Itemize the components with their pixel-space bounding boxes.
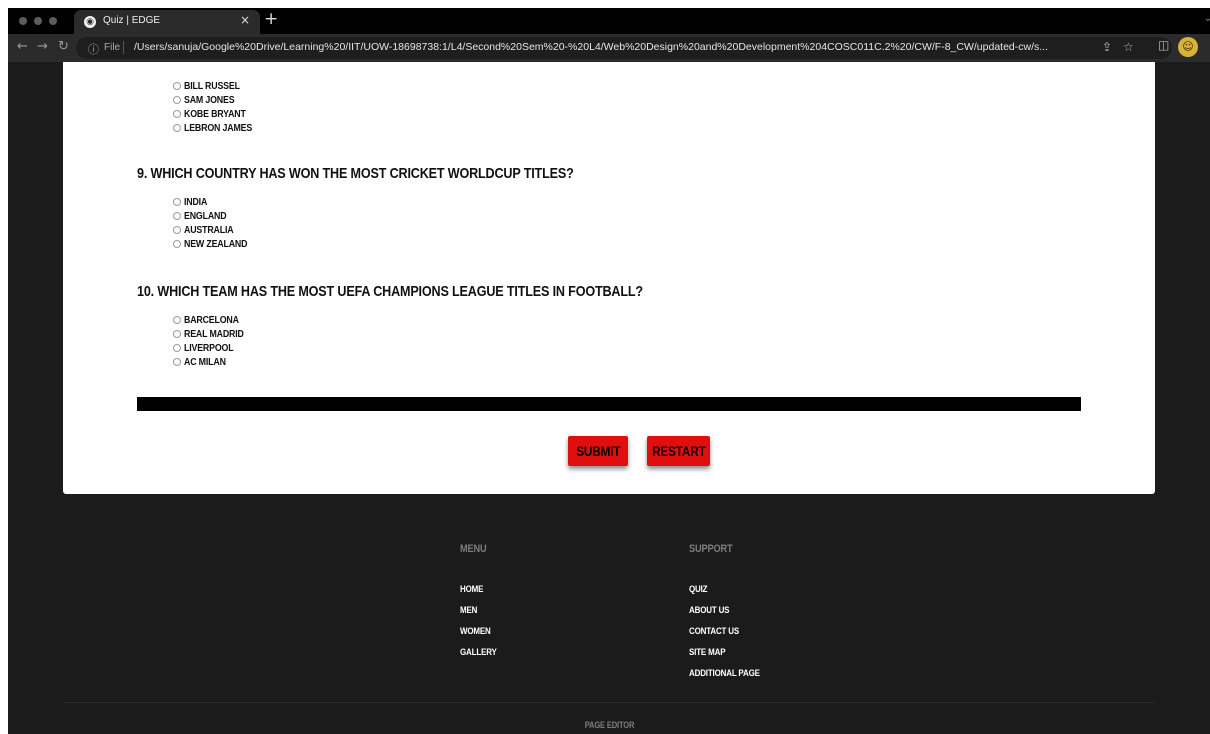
radio-button[interactable] bbox=[173, 96, 181, 104]
url-text[interactable]: /Users/sanuja/Google%20Drive/Learning%20… bbox=[134, 41, 1090, 53]
tab-title: Quiz | EDGE bbox=[103, 15, 161, 26]
option-kobe-bryant[interactable]: KOBE BRYANT bbox=[173, 107, 265, 121]
footer-link-about-us[interactable]: ABOUT US bbox=[689, 605, 730, 616]
previous-question-options: BILL RUSSEL SAM JONES KOBE BRYANT LEBRON… bbox=[173, 79, 265, 135]
back-arrow-icon[interactable]: ← bbox=[17, 39, 28, 54]
restart-button[interactable]: RESTART bbox=[647, 436, 710, 466]
option-new-zealand[interactable]: NEW ZEALAND bbox=[173, 237, 259, 251]
footer-link-site-map[interactable]: SITE MAP bbox=[689, 647, 726, 658]
side-panel-icon[interactable]: ◫ bbox=[1158, 38, 1169, 52]
radio-button[interactable] bbox=[173, 226, 181, 234]
question-10: 10. WHICH TEAM HAS THE MOST UEFA CHAMPIO… bbox=[137, 283, 643, 300]
share-icon[interactable]: ⇪ bbox=[1102, 40, 1112, 54]
active-tab[interactable]: ◉ Quiz | EDGE × bbox=[74, 10, 260, 34]
new-tab-button[interactable]: + bbox=[264, 9, 278, 29]
tab-close-button[interactable]: × bbox=[240, 13, 250, 27]
radio-button[interactable] bbox=[173, 344, 181, 352]
question-9: 9. WHICH COUNTRY HAS WON THE MOST CRICKE… bbox=[137, 165, 574, 182]
option-barcelona[interactable]: BARCELONA bbox=[173, 313, 255, 327]
address-separator bbox=[123, 41, 124, 54]
browser-window: ◉ Quiz | EDGE × + ⌄ ← → ↻ ⓘ File /Users/… bbox=[8, 8, 1210, 734]
page-editor-text: PAGE EDITOR bbox=[584, 720, 634, 730]
address-bar[interactable]: ⓘ File /Users/sanuja/Google%20Drive/Lear… bbox=[76, 37, 1172, 59]
option-lebron-james[interactable]: LEBRON JAMES bbox=[173, 121, 265, 135]
option-ac-milan[interactable]: AC MILAN bbox=[173, 355, 255, 369]
option-india[interactable]: INDIA bbox=[173, 195, 259, 209]
radio-button[interactable] bbox=[173, 240, 181, 248]
radio-button[interactable] bbox=[173, 330, 181, 338]
radio-button[interactable] bbox=[173, 212, 181, 220]
option-england[interactable]: ENGLAND bbox=[173, 209, 259, 223]
footer-link-home[interactable]: HOME bbox=[460, 584, 483, 595]
option-australia[interactable]: AUSTRALIA bbox=[173, 223, 259, 237]
option-real-madrid[interactable]: REAL MADRID bbox=[173, 327, 255, 341]
option-bill-russel[interactable]: BILL RUSSEL bbox=[173, 79, 265, 93]
scheme-label: File bbox=[104, 42, 121, 53]
footer-link-gallery[interactable]: GALLERY bbox=[460, 647, 497, 658]
footer-link-quiz[interactable]: QUIZ bbox=[689, 584, 708, 595]
radio-button[interactable] bbox=[173, 82, 181, 90]
radio-button[interactable] bbox=[173, 124, 181, 132]
page-viewport: BILL RUSSEL SAM JONES KOBE BRYANT LEBRON… bbox=[8, 62, 1210, 734]
footer-menu-heading: MENU bbox=[460, 543, 487, 555]
submit-button[interactable]: SUBMIT bbox=[568, 436, 628, 466]
footer-divider bbox=[63, 702, 1155, 703]
divider-bar bbox=[137, 397, 1081, 411]
browser-toolbar: ← → ↻ ⓘ File /Users/sanuja/Google%20Driv… bbox=[8, 34, 1210, 62]
question-9-options: INDIA ENGLAND AUSTRALIA NEW ZEALAND bbox=[173, 195, 259, 251]
chevron-down-icon[interactable]: ⌄ bbox=[1204, 13, 1210, 24]
footer-support-heading: SUPPORT bbox=[689, 543, 733, 555]
tab-bar: ◉ Quiz | EDGE × + ⌄ bbox=[8, 8, 1210, 34]
footer-link-women[interactable]: WOMEN bbox=[460, 626, 491, 637]
option-liverpool[interactable]: LIVERPOOL bbox=[173, 341, 255, 355]
window-minimize-dot[interactable] bbox=[34, 17, 42, 25]
footer-bottom: PAGE EDITOR bbox=[8, 713, 1210, 732]
reload-icon[interactable]: ↻ bbox=[58, 39, 69, 54]
info-icon[interactable]: ⓘ bbox=[88, 41, 99, 57]
globe-icon: ◉ bbox=[84, 16, 96, 28]
footer-link-men[interactable]: MEN bbox=[460, 605, 477, 616]
radio-button[interactable] bbox=[173, 198, 181, 206]
footer-link-contact-us[interactable]: CONTACT US bbox=[689, 626, 739, 637]
profile-avatar-icon[interactable]: ☺ bbox=[1178, 37, 1198, 57]
forward-arrow-icon[interactable]: → bbox=[37, 39, 48, 54]
window-zoom-dot[interactable] bbox=[49, 17, 57, 25]
quiz-card: BILL RUSSEL SAM JONES KOBE BRYANT LEBRON… bbox=[63, 62, 1155, 494]
footer-link-additional-page[interactable]: ADDITIONAL PAGE bbox=[689, 668, 760, 679]
option-sam-jones[interactable]: SAM JONES bbox=[173, 93, 265, 107]
question-10-options: BARCELONA REAL MADRID LIVERPOOL AC MILAN bbox=[173, 313, 255, 369]
star-icon[interactable]: ☆ bbox=[1123, 40, 1134, 54]
radio-button[interactable] bbox=[173, 110, 181, 118]
radio-button[interactable] bbox=[173, 358, 181, 366]
window-close-dot[interactable] bbox=[19, 17, 27, 25]
radio-button[interactable] bbox=[173, 316, 181, 324]
